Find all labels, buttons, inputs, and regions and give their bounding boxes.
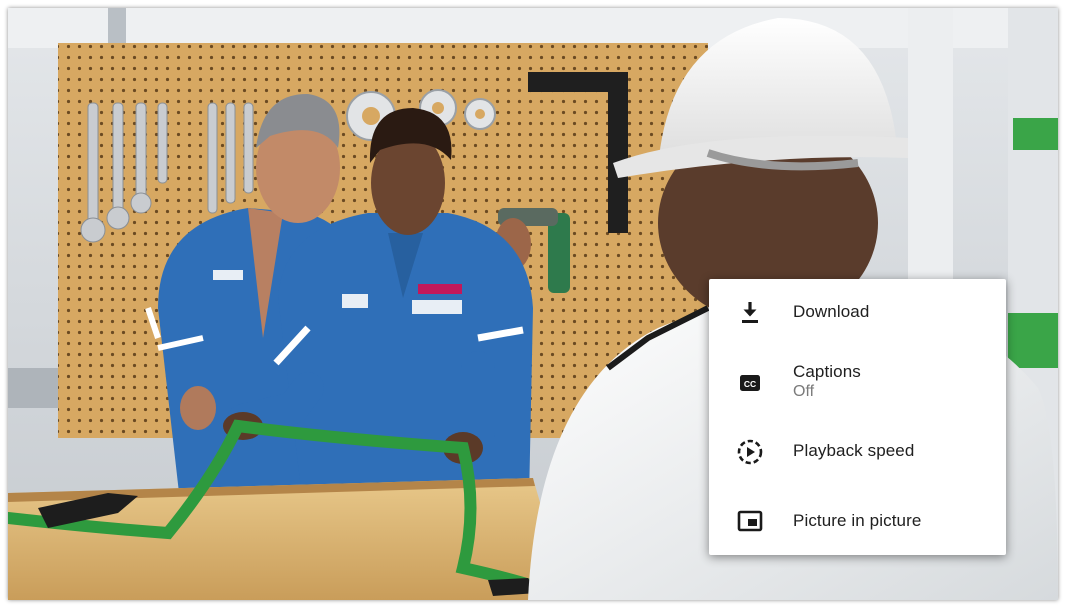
menu-item-label: Captions <box>793 362 861 381</box>
captions-status: Off <box>793 383 815 400</box>
picture-in-picture-icon <box>733 504 767 538</box>
menu-item-playback-speed[interactable]: Playback speed <box>709 422 1006 482</box>
captions-icon: CC <box>733 366 767 400</box>
menu-item-captions[interactable]: CC Captions Off <box>709 353 1006 413</box>
menu-item-download[interactable]: Download <box>709 283 1006 343</box>
player-context-menu: Download CC Captions Off Playback speed <box>709 279 1006 555</box>
menu-item-picture-in-picture[interactable]: Picture in picture <box>709 491 1006 551</box>
video-player[interactable]: Download CC Captions Off Playback speed <box>8 8 1058 600</box>
captions-badge-text: CC <box>744 379 756 389</box>
menu-item-label: Picture in picture <box>793 511 922 530</box>
menu-item-label: Download <box>793 302 870 321</box>
download-icon <box>733 296 767 330</box>
playback-speed-icon <box>733 435 767 469</box>
menu-item-label: Playback speed <box>793 441 915 460</box>
